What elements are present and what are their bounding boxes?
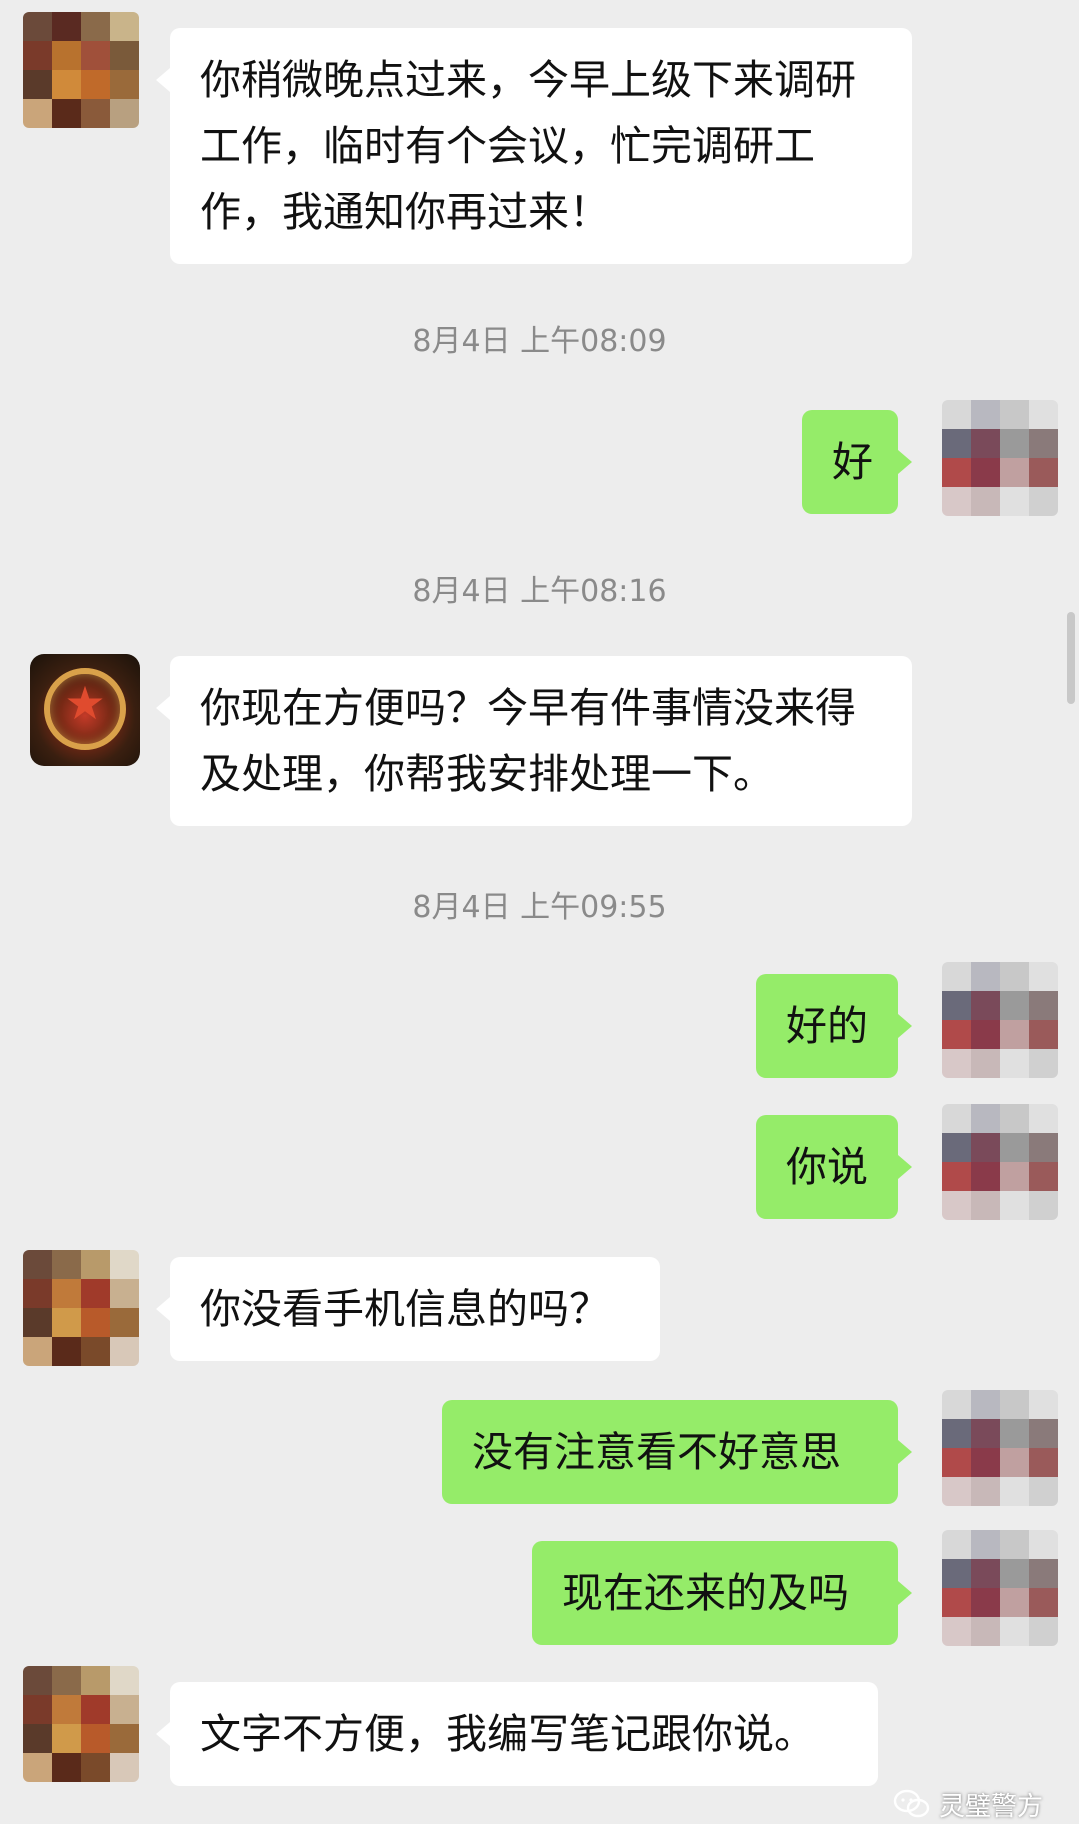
message-text: 你没看手机信息的吗？	[200, 1285, 610, 1333]
contact-avatar[interactable]	[23, 1666, 139, 1782]
message-bubble[interactable]: 现在还来的及吗	[532, 1541, 912, 1645]
contact-avatar[interactable]	[23, 12, 139, 128]
message-bubble[interactable]: 你稍微晚点过来，今早上级下来调研工作，临时有个会议，忙完调研工作，我通知你再过来…	[156, 28, 912, 264]
message-bubble[interactable]: 你说	[756, 1115, 912, 1219]
scrollbar[interactable]	[1067, 612, 1075, 704]
message-bubble[interactable]: 好	[802, 410, 912, 514]
message-text: 你稍微晚点过来，今早上级下来调研工作，临时有个会议，忙完调研工作，我通知你再过来…	[200, 56, 856, 236]
user-avatar[interactable]	[942, 1390, 1058, 1506]
watermark: 灵璧警方	[893, 1784, 1043, 1824]
wechat-official-account-icon	[893, 1789, 930, 1818]
message-text: 好的	[786, 1002, 868, 1050]
contact-avatar[interactable]	[23, 1250, 139, 1366]
user-avatar[interactable]	[942, 1104, 1058, 1220]
message-bubble[interactable]: 你现在方便吗？今早有件事情没来得及处理，你帮我安排处理一下。	[156, 656, 912, 826]
message-bubble[interactable]: 文字不方便，我编写笔记跟你说。	[156, 1682, 878, 1786]
message-bubble[interactable]: 你没看手机信息的吗？	[156, 1257, 660, 1361]
message-text: 现在还来的及吗	[562, 1569, 849, 1617]
chat-area: 你稍微晚点过来，今早上级下来调研工作，临时有个会议，忙完调研工作，我通知你再过来…	[0, 0, 1079, 1822]
user-avatar[interactable]	[942, 400, 1058, 516]
user-avatar[interactable]	[942, 962, 1058, 1078]
message-bubble[interactable]: 没有注意看不好意思	[442, 1400, 912, 1504]
message-timestamp: 8月4日 上午08:16	[412, 574, 667, 609]
message-bubble[interactable]: 好的	[756, 974, 912, 1078]
message-text: 你现在方便吗？今早有件事情没来得及处理，你帮我安排处理一下。	[200, 684, 856, 798]
contact-avatar[interactable]: ★	[30, 654, 140, 766]
message-text: 你说	[786, 1143, 868, 1191]
watermark-text: 灵璧警方	[938, 1791, 1043, 1822]
message-timestamp: 8月4日 上午09:55	[412, 890, 667, 925]
user-avatar[interactable]	[942, 1530, 1058, 1646]
message-text: 好	[832, 438, 873, 486]
message-timestamp: 8月4日 上午08:09	[412, 324, 667, 359]
message-text: 没有注意看不好意思	[472, 1428, 841, 1476]
message-text: 文字不方便，我编写笔记跟你说。	[200, 1710, 815, 1758]
